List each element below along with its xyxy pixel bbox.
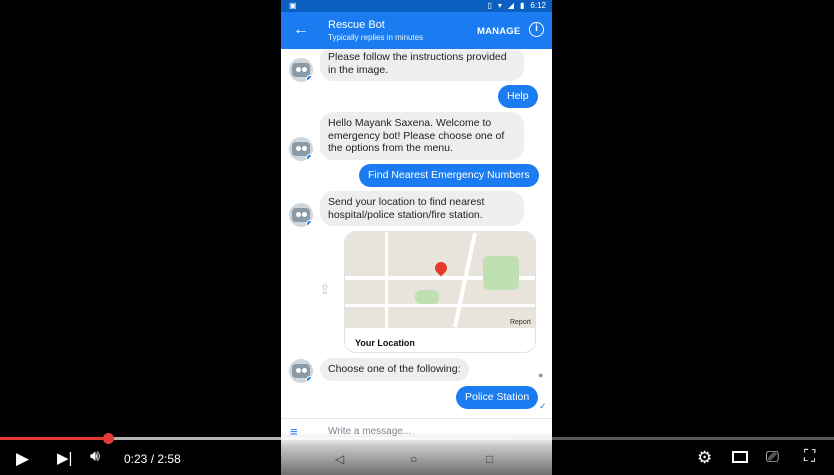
bot-message: Hello Mayank Saxena. Welcome to emergenc… — [320, 112, 524, 160]
seen-avatar-icon: ● — [538, 370, 544, 380]
cast-icon[interactable]: ⎚ — [766, 449, 779, 467]
play-icon[interactable]: ▶ — [16, 449, 29, 469]
volume-icon[interactable]: 🔊︎ — [90, 448, 100, 466]
app-bar: ← Rescue Bot Typically replies in minute… — [281, 12, 552, 49]
back-arrow-icon[interactable]: ← — [293, 21, 309, 39]
map-report-link[interactable]: Report — [510, 319, 531, 326]
location-card[interactable]: Report Your Location — [344, 231, 536, 353]
info-icon[interactable]: i — [529, 22, 544, 37]
wifi-icon: ▾ — [497, 1, 502, 10]
current-time: 0:23 — [124, 452, 148, 466]
bot-avatar — [289, 359, 313, 383]
vibrate-icon: ▯ — [487, 1, 492, 10]
time-separator: / — [150, 452, 155, 466]
chat-subtitle: Typically replies in minutes — [328, 33, 424, 42]
bot-message: Please follow the instructions provided … — [320, 49, 524, 81]
scrubber-handle[interactable] — [103, 433, 114, 444]
played-bar — [0, 437, 108, 440]
fullscreen-icon[interactable]: ⛶ — [804, 448, 815, 466]
time-display: 0:23 / 2:58 — [124, 452, 181, 466]
next-icon[interactable]: ▶| — [57, 449, 72, 467]
duration: 2:58 — [157, 452, 181, 466]
bot-avatar — [289, 137, 313, 161]
manage-button[interactable]: MANAGE — [477, 26, 520, 37]
share-icon[interactable]: ⇪ — [319, 281, 331, 298]
delivered-check-icon: ✓ — [539, 401, 547, 411]
battery-icon: ▮ — [520, 1, 525, 10]
chat-thread[interactable]: Please follow the instructions provided … — [281, 49, 552, 418]
chat-title: Rescue Bot — [328, 19, 385, 31]
user-message: Find Nearest Emergency Numbers — [359, 164, 539, 187]
notification-icon: ▣ — [289, 1, 297, 10]
bot-message: Send your location to find nearest hospi… — [320, 191, 524, 226]
bot-avatar — [289, 203, 313, 227]
user-message: Police Station — [456, 386, 539, 409]
theater-icon[interactable] — [732, 451, 748, 463]
map-card-title: Your Location — [355, 338, 415, 348]
signal-icon: ◢ — [507, 1, 515, 10]
video-player[interactable]: ▣ ▯ ▾ ◢ ▮ 6:12 ← Rescue Bot Typically re… — [0, 0, 834, 475]
bot-message: Choose one of the following: — [320, 358, 469, 381]
user-message: Help — [498, 85, 538, 108]
location-pin-icon — [432, 259, 450, 277]
phone-screen: ▣ ▯ ▾ ◢ ▮ 6:12 ← Rescue Bot Typically re… — [281, 0, 552, 475]
status-bar: ▣ ▯ ▾ ◢ ▮ 6:12 — [281, 0, 552, 12]
map-image: Report — [345, 232, 535, 328]
bot-avatar — [289, 58, 313, 82]
gear-icon[interactable]: ⚙ — [697, 448, 712, 468]
clock: 6:12 — [530, 1, 546, 10]
